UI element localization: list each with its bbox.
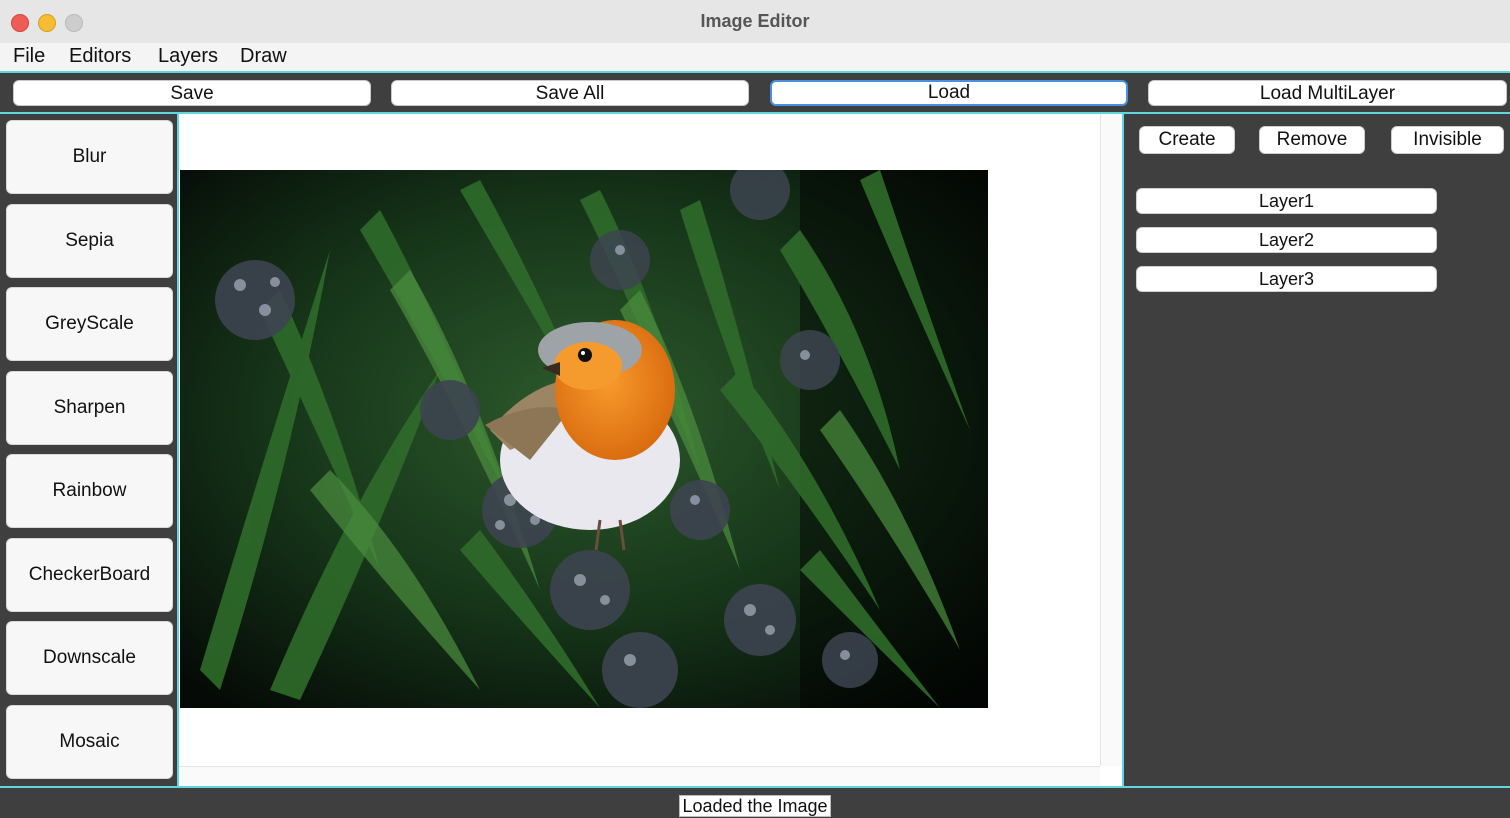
filter-panel: Blur Sepia GreyScale Sharpen Rainbow Che… [0,114,179,786]
layers-panel: Create Remove Invisible Layer1 Layer2 La… [1122,114,1510,786]
blur-button[interactable]: Blur [6,120,173,194]
robin-photo [180,170,988,708]
save-all-button[interactable]: Save All [391,80,749,106]
status-message: Loaded the Image [679,795,831,817]
load-button[interactable]: Load [770,80,1128,106]
mosaic-button[interactable]: Mosaic [6,705,173,779]
layer-item-3[interactable]: Layer3 [1136,266,1437,292]
sharpen-button[interactable]: Sharpen [6,371,173,445]
downscale-button[interactable]: Downscale [6,621,173,695]
save-button[interactable]: Save [13,80,371,106]
menu-file[interactable]: File [13,45,45,68]
loaded-image [180,170,988,708]
layer-item-1[interactable]: Layer1 [1136,188,1437,214]
menu-bar: File Editors Layers Draw [0,43,1510,71]
remove-layer-button[interactable]: Remove [1259,126,1365,154]
menu-draw[interactable]: Draw [240,45,287,68]
toolbar: Save Save All Load Load MultiLayer [0,71,1510,114]
rainbow-button[interactable]: Rainbow [6,454,173,528]
menu-editors[interactable]: Editors [69,45,131,68]
menu-layers[interactable]: Layers [158,45,218,68]
greyscale-button[interactable]: GreyScale [6,287,173,361]
checkerboard-button[interactable]: CheckerBoard [6,538,173,612]
status-bar: Loaded the Image [0,786,1510,818]
sepia-button[interactable]: Sepia [6,204,173,278]
horizontal-scrollbar[interactable] [179,766,1100,787]
create-layer-button[interactable]: Create [1139,126,1235,154]
load-multilayer-button[interactable]: Load MultiLayer [1148,80,1507,106]
vertical-scrollbar[interactable] [1100,114,1123,766]
title-bar: Image Editor [0,0,1510,44]
window-title: Image Editor [700,11,810,31]
layer-item-2[interactable]: Layer2 [1136,227,1437,253]
invisible-layer-button[interactable]: Invisible [1391,126,1504,154]
